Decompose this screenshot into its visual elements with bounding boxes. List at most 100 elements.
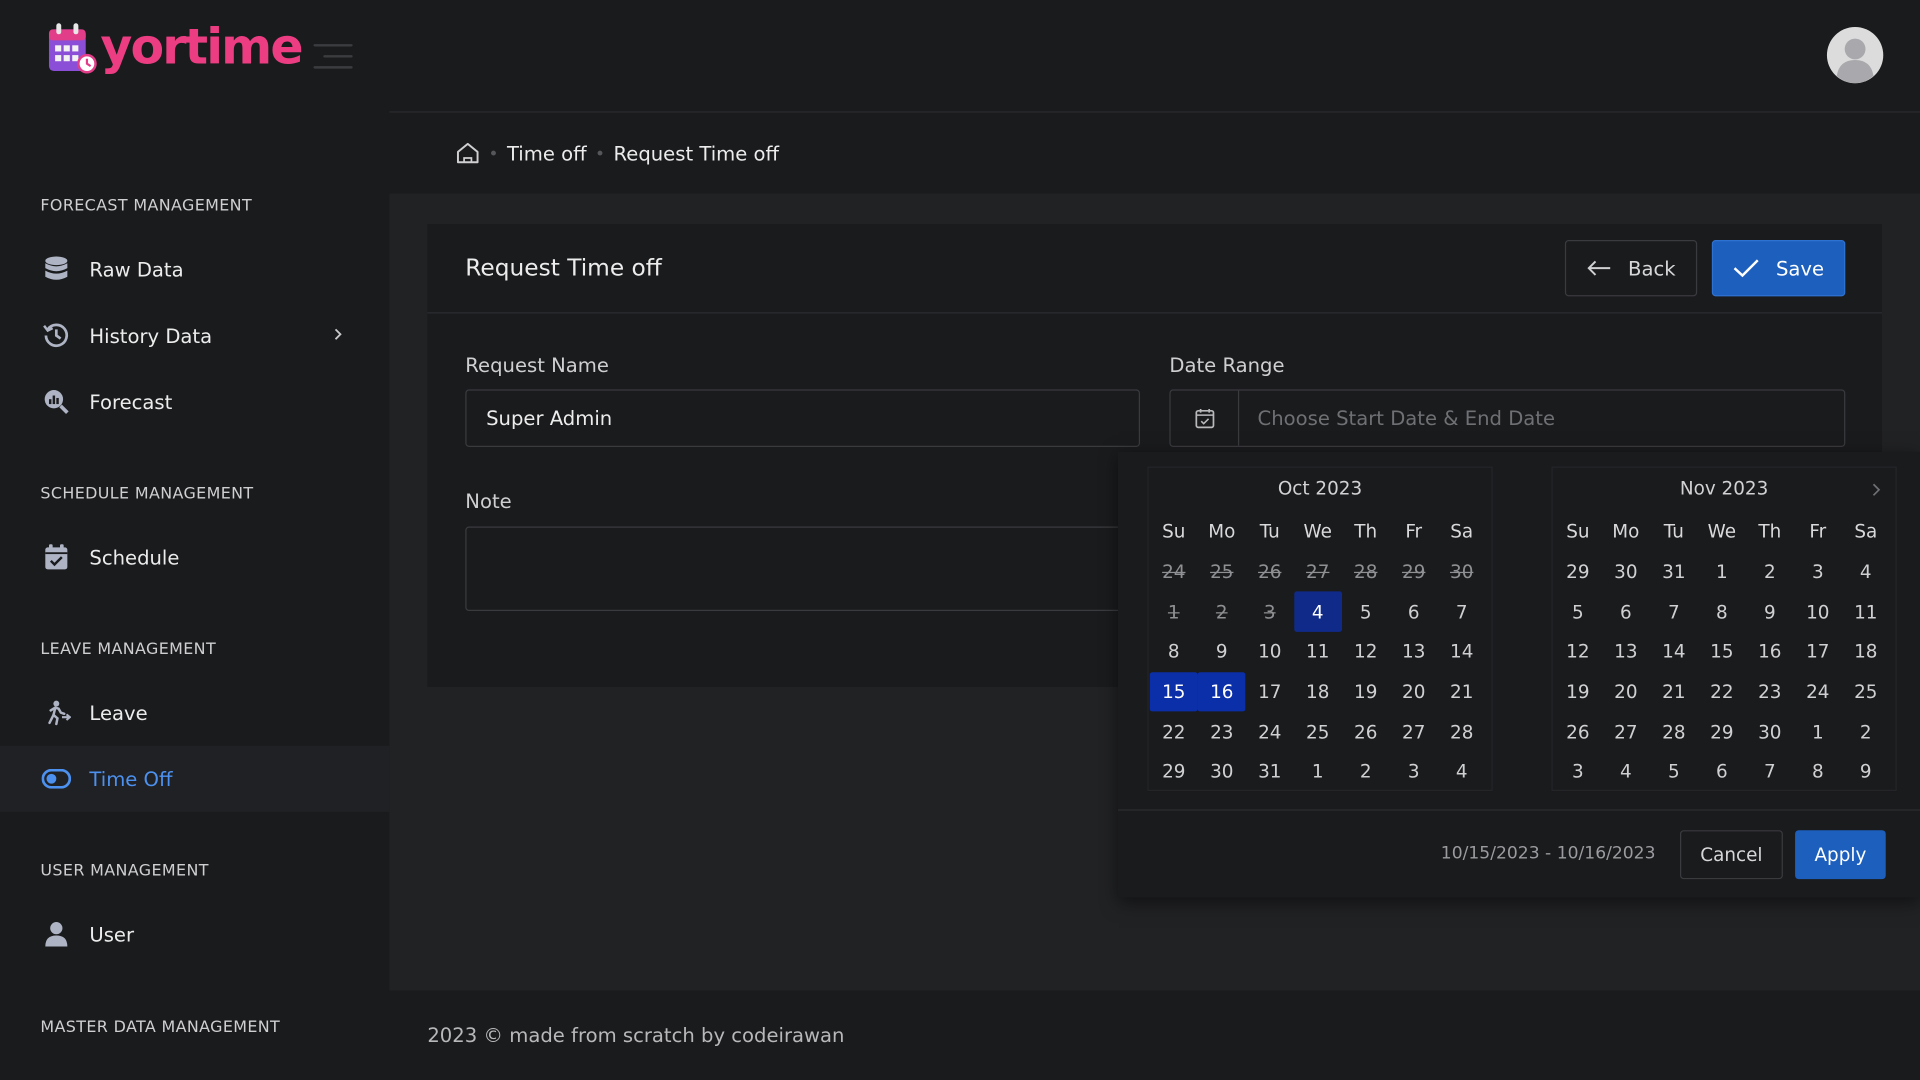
calendar-day[interactable]: 11	[1294, 632, 1342, 672]
back-button[interactable]: Back	[1564, 240, 1698, 297]
calendar-day[interactable]: 1	[1794, 712, 1842, 752]
calendar-day[interactable]: 6	[1390, 592, 1438, 632]
calendar-day[interactable]: 7	[1650, 592, 1698, 632]
apply-button[interactable]: Apply	[1795, 830, 1886, 880]
cancel-button[interactable]: Cancel	[1680, 830, 1783, 880]
calendar-day[interactable]: 6	[1602, 592, 1650, 632]
calendar-day[interactable]: 23	[1198, 712, 1246, 752]
menu-toggle-icon[interactable]	[313, 42, 353, 71]
calendar-day[interactable]: 2	[1842, 712, 1890, 752]
date-range-addon[interactable]	[1171, 390, 1240, 446]
calendar-day[interactable]: 11	[1842, 592, 1890, 632]
calendar-day[interactable]: 19	[1342, 672, 1390, 712]
calendar-day[interactable]: 7	[1438, 592, 1486, 632]
calendar-day[interactable]: 26	[1342, 712, 1390, 752]
calendar-day[interactable]: 22	[1698, 672, 1746, 712]
calendar-day[interactable]: 4	[1602, 752, 1650, 792]
calendar-day[interactable]: 4	[1842, 552, 1890, 592]
calendar-day[interactable]: 28	[1650, 712, 1698, 752]
calendar-day[interactable]: 12	[1554, 632, 1602, 672]
calendar-day[interactable]: 21	[1438, 672, 1486, 712]
calendar-day[interactable]: 31	[1650, 552, 1698, 592]
calendar-day[interactable]: 1	[1294, 752, 1342, 792]
calendar-day[interactable]: 9	[1198, 632, 1246, 672]
calendar-day[interactable]: 6	[1698, 752, 1746, 792]
calendar-day[interactable]: 9	[1746, 592, 1794, 632]
calendar-day[interactable]: 4	[1293, 591, 1342, 632]
date-range-field[interactable]: Choose Start Date & End Date	[1169, 389, 1846, 447]
calendar-day[interactable]: 22	[1150, 712, 1198, 752]
calendar-day[interactable]: 8	[1150, 632, 1198, 672]
calendar-day[interactable]: 20	[1602, 672, 1650, 712]
calendar-day[interactable]: 30	[1198, 752, 1246, 792]
logo[interactable]: yortime	[47, 20, 304, 76]
calendar-day[interactable]: 20	[1390, 672, 1438, 712]
calendar-day[interactable]: 8	[1794, 752, 1842, 792]
calendar-day[interactable]: 29	[1150, 752, 1198, 792]
calendar-day[interactable]: 13	[1390, 632, 1438, 672]
avatar[interactable]	[1826, 26, 1884, 84]
calendar-day[interactable]: 3	[1554, 752, 1602, 792]
calendar-day[interactable]: 21	[1650, 672, 1698, 712]
home-icon[interactable]	[456, 142, 480, 164]
calendar-day[interactable]: 5	[1342, 592, 1390, 632]
calendar-day[interactable]: 16	[1197, 671, 1246, 712]
calendar-day[interactable]: 9	[1842, 752, 1890, 792]
calendar-day[interactable]: 19	[1554, 672, 1602, 712]
section-leave-management: LEAVE MANAGEMENT	[40, 640, 217, 659]
calendar-day[interactable]: 5	[1554, 592, 1602, 632]
calendar-day[interactable]: 27	[1602, 712, 1650, 752]
calendar-day[interactable]: 17	[1246, 672, 1294, 712]
calendar-day[interactable]: 1	[1698, 552, 1746, 592]
calendar-day[interactable]: 16	[1746, 632, 1794, 672]
sidebar-item-forecast[interactable]: Forecast	[0, 369, 389, 435]
calendar-day[interactable]: 29	[1698, 712, 1746, 752]
calendar-day[interactable]: 8	[1698, 592, 1746, 632]
sidebar-item-raw-data[interactable]: Raw Data	[0, 236, 389, 302]
calendar-day[interactable]: 3	[1390, 752, 1438, 792]
calendar-day[interactable]: 23	[1746, 672, 1794, 712]
calendar-day[interactable]: 30	[1746, 712, 1794, 752]
sidebar-item-user[interactable]: User	[0, 901, 389, 967]
calendar-day[interactable]: 29	[1554, 552, 1602, 592]
calendar-day[interactable]: 14	[1438, 632, 1486, 672]
calendar-grid: Su Mo Tu We Th Fr Sa 29 30 31 1 2 3 4 5 6 7 8 9 10 11 12 13 14 1…	[1554, 512, 1890, 792]
calendar-day[interactable]: 28	[1438, 712, 1486, 752]
calendar-day[interactable]: 15	[1149, 671, 1198, 712]
request-name-input[interactable]: Super Admin	[465, 389, 1141, 447]
calendar-day[interactable]: 18	[1294, 672, 1342, 712]
calendar-day[interactable]: 24	[1794, 672, 1842, 712]
note-textarea[interactable]	[465, 526, 1142, 612]
save-button[interactable]: Save	[1711, 240, 1846, 297]
sidebar-item-leave[interactable]: Leave	[0, 680, 389, 746]
sidebar-item-history-data[interactable]: History Data	[0, 302, 389, 368]
sidebar-item-label: Leave	[89, 701, 148, 725]
chevron-right-icon[interactable]	[1871, 482, 1881, 497]
calendar-day[interactable]: 2	[1342, 752, 1390, 792]
calendar-day[interactable]: 10	[1794, 592, 1842, 632]
calendar-day[interactable]: 30	[1602, 552, 1650, 592]
calendar-day[interactable]: 24	[1246, 712, 1294, 752]
breadcrumb-item-time-off[interactable]: Time off	[507, 141, 587, 164]
calendar-day[interactable]: 18	[1842, 632, 1890, 672]
calendar-day[interactable]: 3	[1794, 552, 1842, 592]
calendar-day[interactable]: 14	[1650, 632, 1698, 672]
calendar-day[interactable]: 13	[1602, 632, 1650, 672]
calendar-day[interactable]: 25	[1842, 672, 1890, 712]
calendar-day[interactable]: 26	[1554, 712, 1602, 752]
calendar-day[interactable]: 5	[1650, 752, 1698, 792]
calendar-day[interactable]: 31	[1246, 752, 1294, 792]
calendar-day[interactable]: 17	[1794, 632, 1842, 672]
calendar-day[interactable]: 15	[1698, 632, 1746, 672]
calendar-day[interactable]: 7	[1746, 752, 1794, 792]
date-range-input[interactable]: Choose Start Date & End Date	[1239, 391, 1555, 446]
calendar-day[interactable]: 10	[1246, 632, 1294, 672]
calendar-day[interactable]: 2	[1746, 552, 1794, 592]
sidebar-item-schedule[interactable]: Schedule	[0, 524, 389, 590]
calendar-day[interactable]: 27	[1390, 712, 1438, 752]
sidebar-item-time-off[interactable]: Time Off	[0, 745, 390, 812]
calendar-day[interactable]: 12	[1342, 632, 1390, 672]
calendar-day[interactable]: 25	[1294, 712, 1342, 752]
calendar-month-title: Nov 2023	[1679, 477, 1769, 500]
calendar-day[interactable]: 4	[1438, 752, 1486, 792]
